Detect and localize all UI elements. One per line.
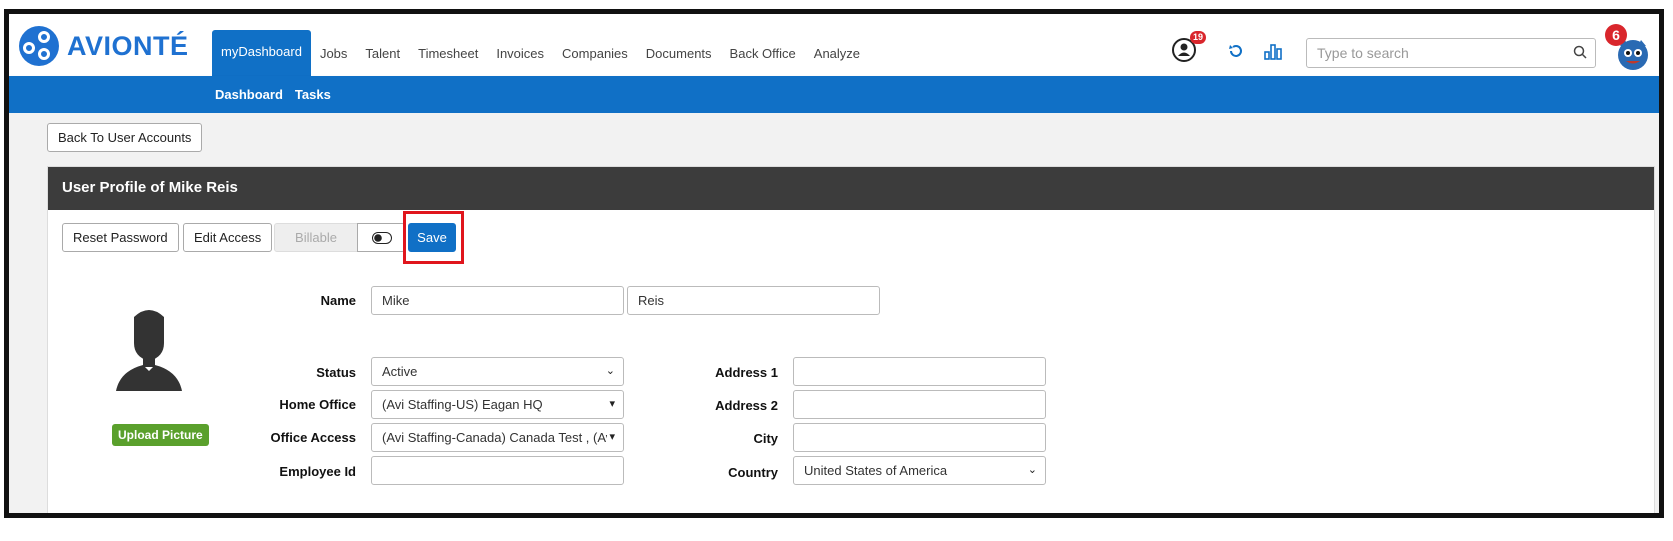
caret-down-icon: ▾ <box>609 398 615 410</box>
office-access-select[interactable]: (Avi Staffing-Canada) Canada Test , (Av … <box>371 423 624 452</box>
toggle-icon <box>372 232 392 244</box>
nav-item-talent[interactable]: Talent <box>356 30 409 76</box>
search-icon[interactable] <box>1573 45 1587 59</box>
nav-item-documents[interactable]: Documents <box>637 30 721 76</box>
edit-access-button[interactable]: Edit Access <box>183 223 273 252</box>
office-access-value: (Avi Staffing-Canada) Canada Test , (Av <box>382 430 613 445</box>
avionte-logo-icon <box>19 26 59 66</box>
analytics-chart-icon[interactable] <box>1264 42 1282 60</box>
status-value: Active <box>382 364 418 379</box>
subnav-item-dashboard[interactable]: Dashboard <box>215 87 283 102</box>
brand-name: AVIONTÉ <box>67 30 189 61</box>
home-office-label: Home Office <box>279 397 356 412</box>
app-window: AVIONTÉ myDashboard Jobs Talent Timeshee… <box>4 9 1664 518</box>
nav-item-jobs[interactable]: Jobs <box>311 30 356 76</box>
home-office-value: (Avi Staffing-US) Eagan HQ <box>382 397 543 412</box>
refresh-icon[interactable] <box>1227 42 1245 60</box>
caret-down-icon: ▾ <box>607 430 615 443</box>
main-nav: myDashboard Jobs Talent Timesheet Invoic… <box>212 30 869 76</box>
upload-picture-button[interactable]: Upload Picture <box>112 424 209 446</box>
reset-password-button[interactable]: Reset Password <box>62 223 179 252</box>
chevron-down-icon: ⌄ <box>605 365 615 377</box>
country-value: United States of America <box>804 463 948 478</box>
save-highlight-box <box>403 211 464 264</box>
employee-id-input[interactable] <box>371 456 624 485</box>
back-to-user-accounts-button[interactable]: Back To User Accounts <box>47 123 203 152</box>
avatar-badge: 6 <box>1605 24 1627 46</box>
subnav-item-tasks[interactable]: Tasks <box>295 87 331 102</box>
country-select[interactable]: United States of America ⌄ <box>793 456 1046 485</box>
nav-item-back-office[interactable]: Back Office <box>721 30 805 76</box>
notification-count-badge: 19 <box>1190 31 1207 44</box>
user-avatar[interactable]: 6 <box>1605 24 1653 70</box>
billable-toggle[interactable] <box>357 223 405 252</box>
top-bar: AVIONTÉ myDashboard Jobs Talent Timeshee… <box>9 14 1659 76</box>
search-placeholder: Type to search <box>1317 45 1409 61</box>
last-name-input[interactable]: Reis <box>627 286 880 315</box>
chevron-down-icon: ⌄ <box>1027 464 1037 476</box>
nav-item-analyze[interactable]: Analyze <box>805 30 869 76</box>
panel-title: User Profile of Mike Reis <box>48 167 1654 210</box>
nav-item-companies[interactable]: Companies <box>553 30 637 76</box>
address1-input[interactable] <box>793 357 1046 386</box>
notifications-button[interactable]: 19 <box>1171 31 1207 65</box>
address2-label: Address 2 <box>715 398 778 413</box>
default-avatar-icon <box>116 310 182 391</box>
city-label: City <box>753 431 778 446</box>
status-label: Status <box>316 365 356 380</box>
sub-nav-bar: Dashboard Tasks <box>9 76 1659 113</box>
first-name-input[interactable]: Mike <box>371 286 624 315</box>
city-input[interactable] <box>793 423 1046 452</box>
country-label: Country <box>728 465 778 480</box>
nav-item-mydashboard[interactable]: myDashboard <box>212 30 311 76</box>
status-select[interactable]: Active ⌄ <box>371 357 624 386</box>
user-profile-panel: User Profile of Mike Reis Reset Password… <box>47 166 1655 513</box>
brand-logo[interactable]: AVIONTÉ <box>19 26 189 66</box>
address2-input[interactable] <box>793 390 1046 419</box>
address1-label: Address 1 <box>715 365 778 380</box>
home-office-select[interactable]: (Avi Staffing-US) Eagan HQ ▾ <box>371 390 624 419</box>
billable-field: Billable <box>274 223 358 252</box>
employee-id-label: Employee Id <box>279 464 356 479</box>
name-label: Name <box>320 293 356 308</box>
office-access-label: Office Access <box>270 430 356 445</box>
global-search-input[interactable]: Type to search <box>1306 38 1596 68</box>
nav-item-timesheet[interactable]: Timesheet <box>409 30 487 76</box>
nav-item-invoices[interactable]: Invoices <box>487 30 553 76</box>
main-content: Back To User Accounts User Profile of Mi… <box>9 113 1659 513</box>
